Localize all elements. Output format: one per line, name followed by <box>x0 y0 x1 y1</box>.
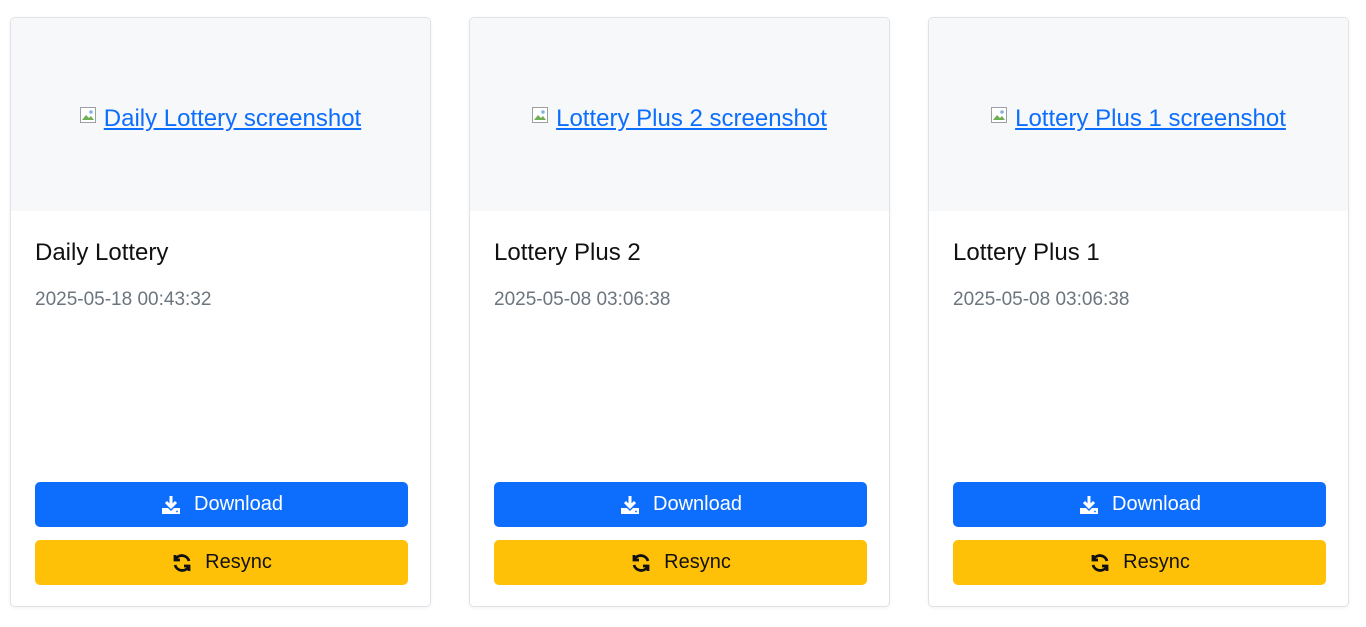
screenshot-link[interactable]: Daily Lottery screenshot <box>11 104 430 134</box>
lottery-card: Lottery Plus 1 screenshot Lottery Plus 1… <box>928 17 1349 607</box>
sync-icon <box>630 552 652 574</box>
resync-label: Resync <box>205 551 272 573</box>
download-icon <box>160 494 182 516</box>
broken-image-icon <box>532 101 549 123</box>
screenshot-thumbnail: Lottery Plus 2 screenshot <box>470 18 889 211</box>
download-icon <box>619 494 641 516</box>
broken-image-icon <box>79 101 96 123</box>
card-title: Daily Lottery <box>35 239 169 266</box>
screenshot-alt-text[interactable]: Lottery Plus 2 screenshot <box>556 105 827 132</box>
lottery-card: Daily Lottery screenshot Daily Lottery 2… <box>10 17 431 607</box>
card-title: Lottery Plus 2 <box>494 239 641 266</box>
download-label: Download <box>194 493 283 515</box>
screenshot-link[interactable]: Lottery Plus 1 screenshot <box>929 104 1348 134</box>
resync-button[interactable]: Resync <box>953 540 1326 585</box>
screenshot-thumbnail: Daily Lottery screenshot <box>11 18 430 211</box>
card-timestamp: 2025-05-18 00:43:32 <box>35 289 212 310</box>
resync-button[interactable]: Resync <box>494 540 867 585</box>
download-button[interactable]: Download <box>35 482 408 527</box>
card-timestamp: 2025-05-08 03:06:38 <box>953 289 1130 310</box>
screenshot-alt-text[interactable]: Daily Lottery screenshot <box>104 105 361 132</box>
download-button[interactable]: Download <box>494 482 867 527</box>
sync-icon <box>1089 552 1111 574</box>
screenshot-thumbnail: Lottery Plus 1 screenshot <box>929 18 1348 211</box>
card-title: Lottery Plus 1 <box>953 239 1100 266</box>
resync-button[interactable]: Resync <box>35 540 408 585</box>
download-label: Download <box>653 493 742 515</box>
broken-image-icon <box>991 101 1008 123</box>
lottery-card: Lottery Plus 2 screenshot Lottery Plus 2… <box>469 17 890 607</box>
resync-label: Resync <box>1123 551 1190 573</box>
download-label: Download <box>1112 493 1201 515</box>
card-timestamp: 2025-05-08 03:06:38 <box>494 289 671 310</box>
download-icon <box>1078 494 1100 516</box>
download-button[interactable]: Download <box>953 482 1326 527</box>
resync-label: Resync <box>664 551 731 573</box>
screenshot-link[interactable]: Lottery Plus 2 screenshot <box>470 104 889 134</box>
screenshot-alt-text[interactable]: Lottery Plus 1 screenshot <box>1015 105 1286 132</box>
sync-icon <box>171 552 193 574</box>
